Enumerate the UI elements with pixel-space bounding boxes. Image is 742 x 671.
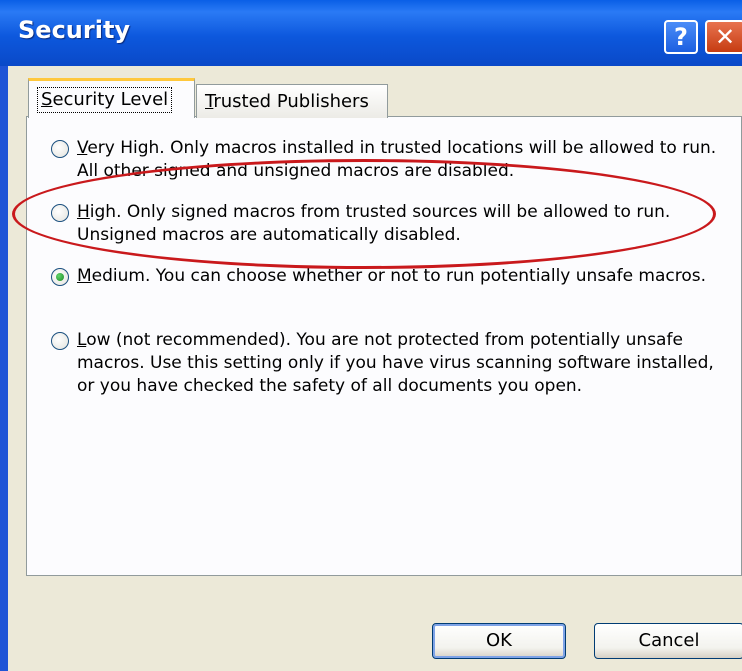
security-dialog: Security ? ✕ Security Level Trusted Publ…: [0, 0, 742, 671]
high-radio[interactable]: [51, 204, 69, 222]
option-low[interactable]: Low (not recommended). You are not prote…: [51, 329, 727, 425]
cancel-button[interactable]: Cancel: [594, 623, 742, 659]
security-level-panel: Very High. Only macros installed in trus…: [26, 116, 742, 576]
help-icon[interactable]: ?: [664, 20, 698, 54]
radio-selected-dot: [56, 273, 64, 281]
low-radio[interactable]: [51, 332, 69, 350]
option-very-high[interactable]: Very High. Only macros installed in trus…: [51, 137, 727, 187]
ok-button[interactable]: OK: [432, 623, 566, 659]
low-text: Low (not recommended). You are not prote…: [77, 330, 714, 396]
tab-trusted-publishers[interactable]: Trusted Publishers: [196, 84, 388, 118]
dialog-title: Security: [18, 16, 131, 44]
tab-security-level[interactable]: Security Level: [28, 78, 195, 118]
very-high-radio[interactable]: [51, 140, 69, 158]
dialog-client-area: Security Level Trusted Publishers Very H…: [8, 66, 742, 671]
close-icon[interactable]: ✕: [705, 20, 742, 54]
option-high[interactable]: High. Only signed macros from trusted so…: [51, 201, 727, 251]
tab-security-level-label: Security Level: [37, 87, 173, 113]
option-medium[interactable]: Medium. You can choose whether or not to…: [51, 265, 727, 315]
tab-trusted-publishers-label: Trusted Publishers: [205, 91, 369, 112]
high-text: High. Only signed macros from trusted so…: [77, 202, 671, 245]
medium-radio[interactable]: [51, 268, 69, 286]
medium-text: Medium. You can choose whether or not to…: [77, 266, 707, 286]
very-high-text: Very High. Only macros installed in trus…: [77, 138, 717, 181]
title-bar[interactable]: Security ? ✕: [0, 0, 742, 66]
